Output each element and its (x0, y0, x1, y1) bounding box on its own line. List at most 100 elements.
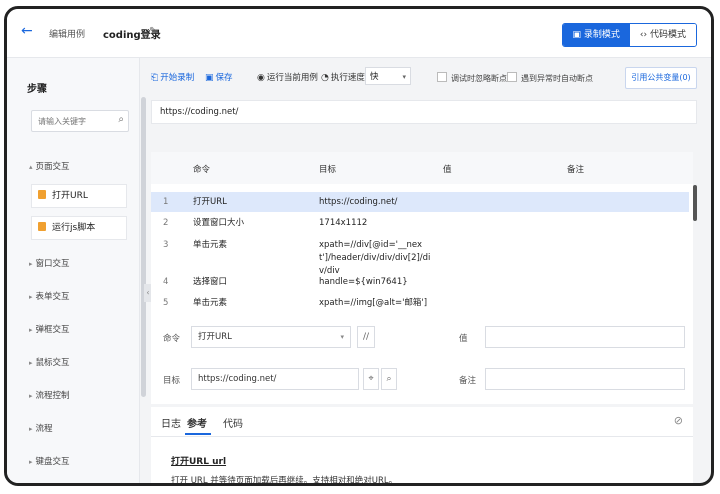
category-label: 表单交互 (35, 292, 70, 302)
value-label: 值 (459, 334, 468, 344)
caret-down-icon: ▸ (29, 392, 33, 400)
category-flow[interactable]: ▸ 流程 (29, 422, 53, 434)
comment-toggle-button[interactable]: // (357, 326, 375, 348)
search-icon[interactable]: ⌕ (118, 114, 124, 125)
save-icon: ▣ (205, 73, 214, 83)
table-row[interactable]: 1 打开URL https://coding.net/ (151, 192, 689, 212)
category-dialog[interactable]: ▸ 弹框交互 (29, 323, 70, 335)
row-target: 1714x1112 (319, 218, 368, 228)
category-flow-control[interactable]: ▸ 流程控制 (29, 389, 70, 401)
start-record-button[interactable]: ⎗ 开始录制 (151, 71, 194, 83)
bottom-panel: 日志 参考 代码 ⊘ 打开URL url 打开 URL 并等待页面加载后再继续。… (151, 407, 693, 486)
caret-up-icon: ▴ (29, 163, 33, 171)
save-label: 保存 (215, 73, 233, 83)
row-target: xpath=//img[@alt='邮箱'] (319, 298, 428, 308)
tab-divider (151, 436, 693, 437)
table-header: 命令 目标 值 备注 (151, 152, 693, 184)
col-value: 值 (443, 165, 452, 175)
row-command: 选择窗口 (193, 277, 228, 287)
command-value: 打开URL (198, 332, 232, 342)
category-label: 窗口交互 (35, 259, 70, 269)
code-mode-button[interactable]: ‹› 代码模式 (629, 24, 696, 46)
category-mouse[interactable]: ▸ 鼠标交互 (29, 356, 70, 368)
note-input[interactable] (485, 368, 685, 390)
tab-code[interactable]: 代码 (223, 415, 243, 430)
mode-switch: ▣ 录制模式 ‹› 代码模式 (561, 23, 697, 47)
category-window[interactable]: ▸ 窗口交互 (29, 257, 70, 269)
base-url-field[interactable]: https://coding.net/ (151, 100, 697, 124)
speed-label: ◔ 执行速度 (321, 71, 365, 83)
row-command: 打开URL (193, 197, 227, 207)
clear-icon[interactable]: ⊘ (674, 414, 683, 427)
chevron-down-icon: ▾ (402, 73, 406, 81)
row-target: https://coding.net/ (319, 197, 398, 207)
command-label: 命令 (163, 334, 181, 344)
back-arrow-icon[interactable]: ← (21, 23, 33, 39)
code-mode-label: 代码模式 (649, 30, 686, 40)
category-keyboard[interactable]: ▸ 键盘交互 (29, 455, 70, 467)
category-page-interaction[interactable]: ▴ 页面交互 (29, 160, 70, 172)
table-row[interactable]: 2 设置窗口大小 1714x1112 (151, 213, 689, 233)
caret-down-icon: ▸ (29, 293, 33, 301)
caret-down-icon: ▸ (29, 425, 33, 433)
public-variable-button[interactable]: 引用公共变量(0) (625, 67, 697, 89)
target-label: 目标 (163, 376, 181, 386)
auto-break-checkbox[interactable]: 遇到异常时自动断点 (507, 72, 593, 84)
auto-break-label: 遇到异常时自动断点 (521, 74, 593, 83)
category-label: 弹框交互 (35, 325, 70, 335)
row-number: 4 (163, 277, 169, 287)
caret-down-icon: ▸ (29, 326, 33, 334)
speed-select[interactable]: 快 ▾ (365, 67, 411, 85)
select-element-button[interactable]: ⌖ (363, 368, 379, 390)
save-button[interactable]: ▣ 保存 (205, 71, 233, 83)
value-input[interactable] (485, 326, 685, 348)
toolbar: ⎗ 开始录制 ▣ 保存 ◉ 运行当前用例 ◔ 执行速度 快 ▾ 调试时忽略断点 遇到异常时… (151, 67, 697, 89)
run-current-label: 运行当前用例 (266, 73, 318, 83)
tab-log[interactable]: 日志 (161, 415, 181, 430)
step-search-input[interactable] (32, 111, 116, 131)
speed-value: 快 (370, 72, 379, 82)
steps-sidebar: 步骤 ⌕ ▴页面交互 打开URL 运行js脚本 ▸窗口交互 ▸表单交互 ▸弹框交… (7, 58, 140, 483)
checkbox-box (437, 72, 447, 82)
reference-description: 打开 URL 并等待页面加载后再继续。支持相对和绝对URL。 (171, 476, 398, 486)
tab-reference[interactable]: 参考 (187, 415, 207, 430)
row-command: 单击元素 (193, 298, 228, 308)
checkbox-box (507, 72, 517, 82)
table-row[interactable]: 5 单击元素 xpath=//img[@alt='邮箱'] (151, 293, 689, 313)
run-current-button[interactable]: ◉ 运行当前用例 (257, 71, 318, 83)
step-item-label: 运行js脚本 (52, 223, 96, 233)
active-tab-indicator (185, 433, 211, 435)
row-number: 1 (163, 197, 169, 207)
target-input[interactable]: https://coding.net/ (191, 368, 359, 390)
pick-icon: ⌖ (368, 374, 374, 384)
record-mode-button[interactable]: ▣ 录制模式 (562, 24, 630, 46)
col-command: 命令 (193, 165, 211, 175)
table-row[interactable]: 3 单击元素 xpath=//div[@id='__next']/header/… (151, 236, 689, 276)
caret-down-icon: ▸ (29, 359, 33, 367)
category-label: 页面交互 (35, 162, 70, 172)
sidebar-scrollbar[interactable] (141, 97, 146, 397)
col-target: 目标 (319, 165, 337, 175)
table-row[interactable]: 4 选择窗口 handle=${win7641} (151, 272, 689, 292)
find-element-button[interactable]: ⌕ (381, 368, 397, 390)
search-icon: ⌕ (386, 374, 392, 384)
category-label: 流程 (35, 424, 53, 434)
edit-pencil-icon[interactable]: ✎ (149, 26, 157, 37)
row-number: 3 (163, 240, 169, 250)
row-command: 单击元素 (193, 240, 228, 250)
col-note: 备注 (567, 165, 585, 175)
step-item-label: 打开URL (52, 191, 88, 201)
row-number: 2 (163, 218, 169, 228)
ignore-breakpoints-checkbox[interactable]: 调试时忽略断点 (437, 72, 507, 84)
step-item-open-url[interactable]: 打开URL (31, 184, 127, 208)
top-bar: ← 编辑用例 coding登录 ✎ ▣ 录制模式 ‹› 代码模式 (7, 9, 711, 58)
table-scrollbar[interactable] (693, 185, 697, 221)
command-select[interactable]: 打开URL ▾ (191, 326, 351, 348)
category-form[interactable]: ▸ 表单交互 (29, 290, 70, 302)
step-search: ⌕ (31, 110, 129, 132)
category-label: 鼠标交互 (35, 358, 70, 368)
chevron-down-icon: ▾ (340, 333, 344, 341)
breadcrumb[interactable]: 编辑用例 (49, 27, 85, 40)
step-item-run-js[interactable]: 运行js脚本 (31, 216, 127, 240)
note-label: 备注 (459, 376, 477, 386)
